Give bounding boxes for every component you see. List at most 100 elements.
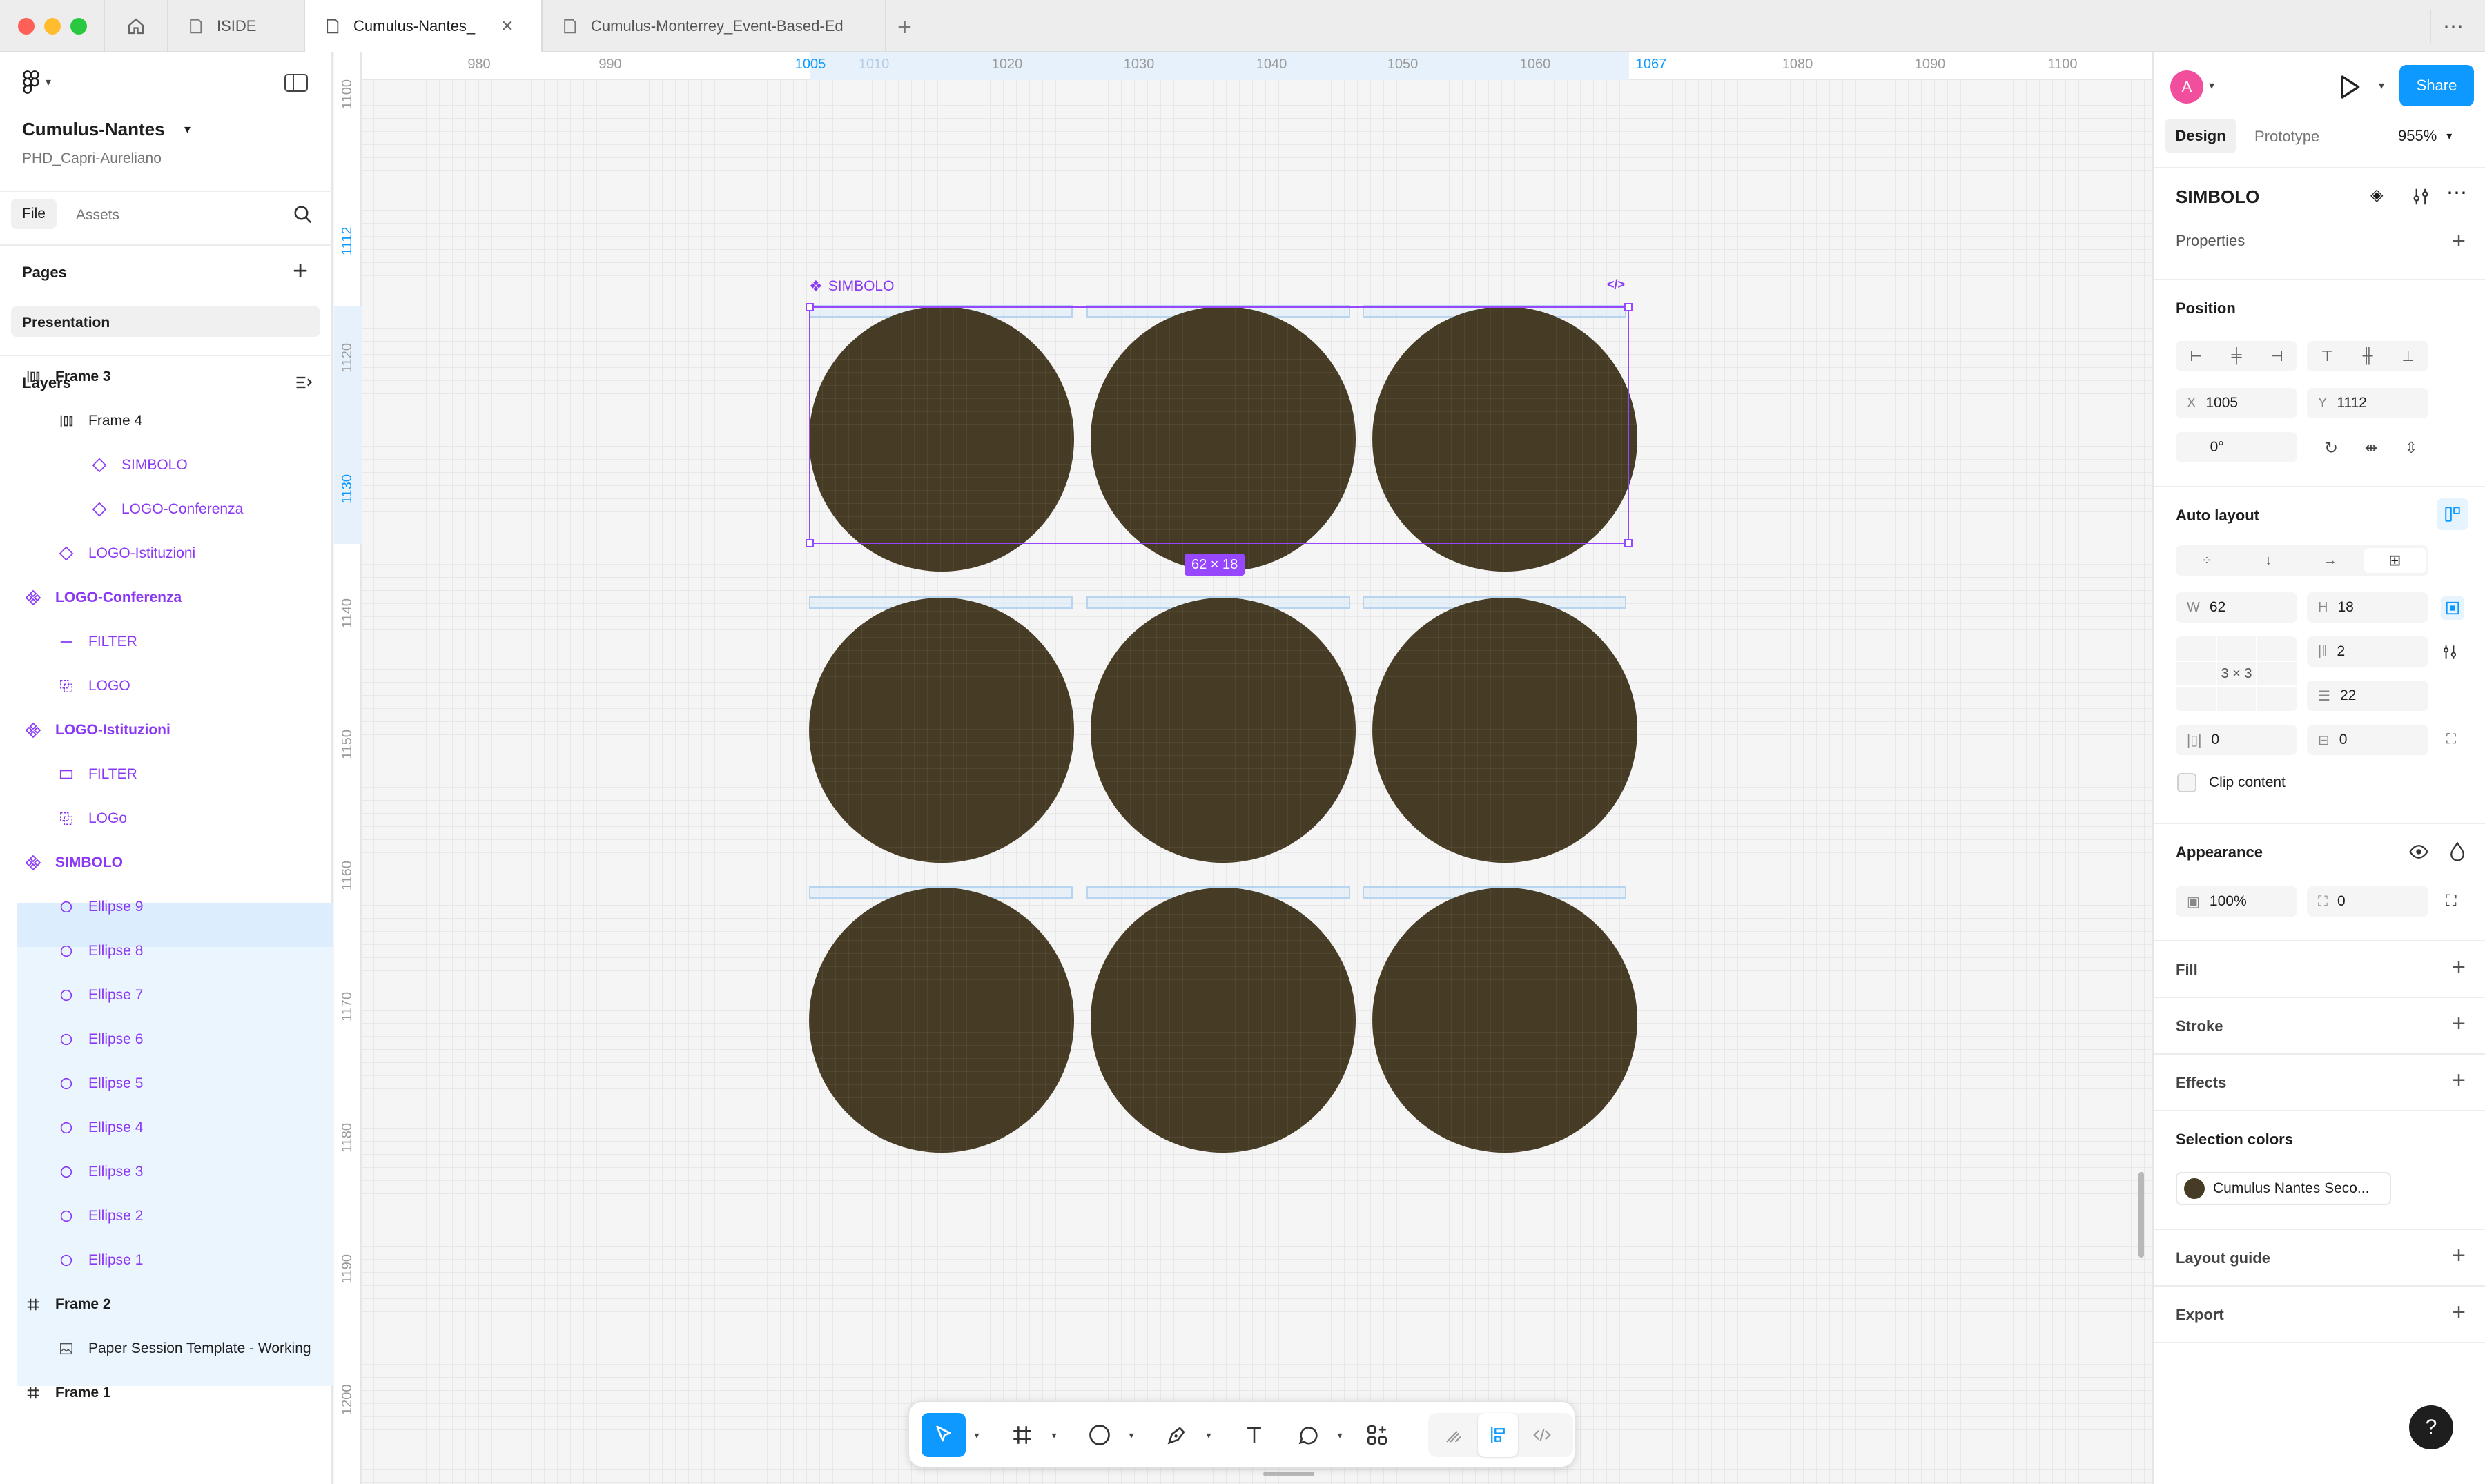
- selection-box[interactable]: [809, 306, 1629, 544]
- search-icon[interactable]: [293, 204, 313, 228]
- layer-item[interactable]: Ellipse 3: [17, 1150, 333, 1194]
- layer-item[interactable]: SIMBOLO: [17, 841, 333, 885]
- tab-prototype[interactable]: Prototype: [2254, 128, 2319, 146]
- opacity-field[interactable]: ▣ 100%: [2176, 886, 2297, 917]
- direction-vertical-icon[interactable]: ↓: [2238, 553, 2300, 569]
- file-tab[interactable]: File: [11, 199, 57, 229]
- add-effect-icon[interactable]: +: [2452, 1068, 2466, 1092]
- direction-horizontal-icon[interactable]: →: [2299, 553, 2361, 569]
- ellipse-6[interactable]: [1372, 598, 1637, 863]
- comment-tool-menu-icon[interactable]: ▾: [1332, 1413, 1348, 1457]
- eye-icon[interactable]: [2406, 839, 2431, 864]
- align-bottom-icon[interactable]: ⊥: [2388, 348, 2428, 365]
- layer-item[interactable]: Frame 1: [17, 1371, 333, 1415]
- design-mode-button[interactable]: [1478, 1413, 1518, 1457]
- pen-tool[interactable]: [1155, 1413, 1199, 1457]
- assets-tab[interactable]: Assets: [76, 207, 119, 224]
- comment-tool[interactable]: [1286, 1413, 1330, 1457]
- flip-vertical-icon[interactable]: ⇳: [2399, 436, 2423, 460]
- layer-item[interactable]: LOGO-Conferenza: [17, 576, 333, 620]
- layer-item[interactable]: Ellipse 6: [17, 1017, 333, 1062]
- vertical-scrollbar[interactable]: [2138, 1172, 2144, 1258]
- canvas[interactable]: ❖ SIMBOLO </> 62 × 18: [334, 52, 2154, 1484]
- close-window-button[interactable]: [18, 18, 35, 35]
- padding-individual-icon[interactable]: ⛶: [2441, 729, 2462, 750]
- page-item-presentation[interactable]: Presentation: [11, 306, 320, 337]
- layer-item[interactable]: Ellipse 7: [17, 973, 333, 1017]
- share-button[interactable]: Share: [2399, 65, 2474, 106]
- ellipse-5[interactable]: [1091, 598, 1356, 863]
- horizontal-gap-field[interactable]: |‖ 2: [2307, 636, 2428, 667]
- close-tab-icon[interactable]: ×: [501, 14, 514, 38]
- layer-item[interactable]: FILTER: [17, 752, 333, 797]
- move-tool[interactable]: [922, 1413, 966, 1457]
- draw-mode-button[interactable]: [1434, 1413, 1474, 1457]
- more-options-icon[interactable]: ⋯: [2446, 181, 2467, 205]
- add-stroke-icon[interactable]: +: [2452, 1012, 2466, 1035]
- layer-item[interactable]: Ellipse 5: [17, 1062, 333, 1106]
- clip-content-checkbox[interactable]: [2177, 773, 2196, 792]
- grid-size-picker[interactable]: 3 × 3: [2176, 636, 2297, 711]
- layer-item[interactable]: LOGO-Istituzioni: [17, 708, 333, 752]
- tab-design[interactable]: Design: [2165, 119, 2236, 153]
- shape-tool-menu-icon[interactable]: ▾: [1123, 1413, 1140, 1457]
- add-export-icon[interactable]: +: [2452, 1300, 2466, 1324]
- layer-item[interactable]: Ellipse 1: [17, 1238, 333, 1282]
- direction-grid-icon[interactable]: ⊞: [2364, 548, 2426, 573]
- dev-mode-button[interactable]: [1522, 1413, 1562, 1457]
- selection-color-item[interactable]: Cumulus Nantes Seco...: [2176, 1172, 2391, 1205]
- variables-icon[interactable]: [2410, 186, 2431, 211]
- horizontal-scrollbar[interactable]: [1263, 1472, 1314, 1476]
- layer-item[interactable]: Paper Session Template - Working: [17, 1327, 333, 1371]
- more-menu-icon[interactable]: ⋯: [2430, 10, 2475, 43]
- ellipse-9[interactable]: [1372, 888, 1637, 1153]
- layer-item[interactable]: Ellipse 8: [17, 929, 333, 973]
- layer-item[interactable]: Frame 4: [17, 399, 333, 443]
- x-field[interactable]: X 1005: [2176, 388, 2297, 418]
- layer-item[interactable]: Frame 2: [17, 1282, 333, 1327]
- align-right-icon[interactable]: ⊣: [2257, 348, 2297, 365]
- present-button[interactable]: [2339, 73, 2362, 104]
- align-center-vertical-icon[interactable]: ╫: [2348, 348, 2388, 364]
- add-page-icon[interactable]: +: [293, 257, 308, 286]
- add-fill-icon[interactable]: +: [2452, 955, 2466, 979]
- frame-tool-menu-icon[interactable]: ▾: [1046, 1413, 1062, 1457]
- add-property-icon[interactable]: +: [2452, 229, 2466, 253]
- help-button[interactable]: ?: [2409, 1405, 2453, 1449]
- direction-free-icon[interactable]: ⁘: [2176, 554, 2238, 568]
- layer-item[interactable]: Frame 3: [17, 355, 333, 399]
- chevron-down-icon[interactable]: ▾: [2209, 79, 2214, 92]
- rotation-field[interactable]: ∟ 0°: [2176, 432, 2297, 462]
- ellipse-4[interactable]: [809, 598, 1074, 863]
- layout-alignment-icon[interactable]: [2438, 641, 2462, 664]
- horizontal-padding-field[interactable]: |▯| 0: [2176, 725, 2297, 755]
- constraints-icon[interactable]: [2441, 596, 2464, 620]
- shape-tool[interactable]: [1078, 1413, 1122, 1457]
- tab-iside[interactable]: ISIDE: [168, 0, 305, 52]
- resize-handle[interactable]: [1624, 303, 1633, 311]
- blend-mode-icon[interactable]: [2445, 839, 2470, 864]
- resize-handle[interactable]: [1624, 539, 1633, 547]
- ellipse-8[interactable]: [1091, 888, 1356, 1153]
- layer-item[interactable]: LOGO-Conferenza: [17, 487, 333, 531]
- vertical-padding-field[interactable]: ⊟ 0: [2307, 725, 2428, 755]
- avatar[interactable]: A: [2170, 70, 2203, 104]
- add-layout-guide-icon[interactable]: +: [2452, 1244, 2466, 1267]
- tab-cumulus-monterrey[interactable]: Cumulus-Monterrey_Event-Based-Ed: [543, 0, 886, 52]
- maximize-window-button[interactable]: [70, 18, 87, 35]
- layer-item[interactable]: LOGO-Istituzioni: [17, 531, 333, 576]
- component-icon[interactable]: ◈: [2370, 185, 2383, 205]
- flip-horizontal-icon[interactable]: ⇹: [2359, 436, 2383, 460]
- layer-item[interactable]: Ellipse 4: [17, 1106, 333, 1150]
- layer-item[interactable]: LOGO: [17, 664, 333, 708]
- minimize-window-button[interactable]: [44, 18, 61, 35]
- layer-item[interactable]: Ellipse 2: [17, 1194, 333, 1238]
- toggle-sidebar-icon[interactable]: [284, 73, 308, 96]
- pen-tool-menu-icon[interactable]: ▾: [1200, 1413, 1217, 1457]
- zoom-menu[interactable]: 955% ▾: [2398, 127, 2452, 145]
- ellipse-7[interactable]: [809, 888, 1074, 1153]
- layer-item[interactable]: LOGo: [17, 797, 333, 841]
- file-name-menu[interactable]: Cumulus-Nantes_ ▾: [22, 119, 191, 140]
- layer-item[interactable]: FILTER: [17, 620, 333, 664]
- independent-corners-icon[interactable]: ⛶: [2441, 890, 2462, 911]
